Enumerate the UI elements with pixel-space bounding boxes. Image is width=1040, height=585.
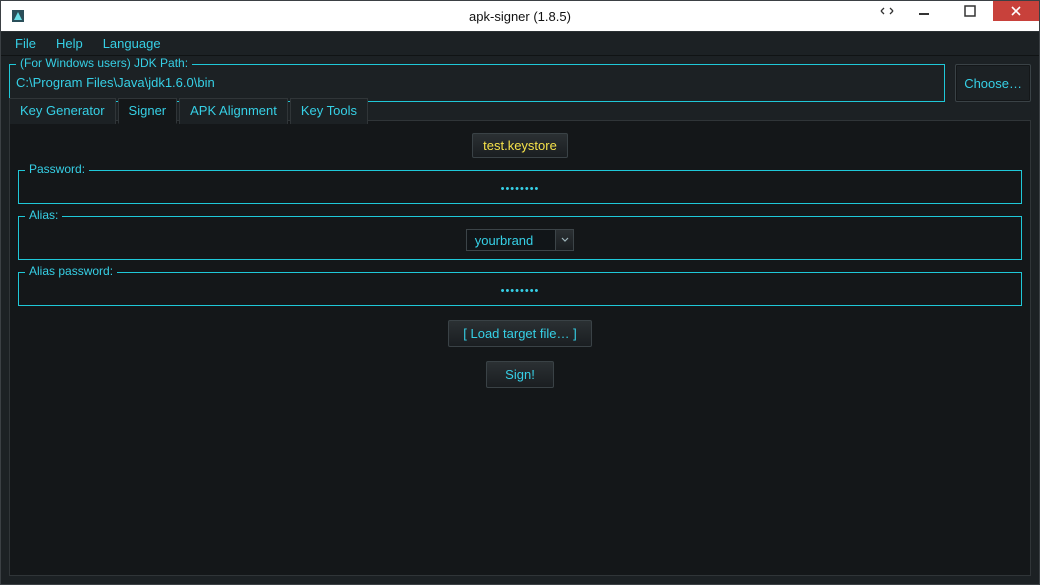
- app-icon: [7, 5, 29, 27]
- tab-key-generator[interactable]: Key Generator: [9, 98, 116, 124]
- app-window: apk-signer (1.8.5) File Help Language: [0, 0, 1040, 585]
- menu-language[interactable]: Language: [93, 33, 171, 54]
- signer-panel: test.keystore Password: •••••••• Alias: …: [10, 121, 1030, 575]
- chevron-down-icon: [555, 230, 573, 250]
- tab-strip: Key Generator Signer APK Alignment Key T…: [9, 97, 370, 123]
- titlebar[interactable]: apk-signer (1.8.5): [1, 1, 1039, 31]
- window-controls: [873, 1, 1039, 31]
- tab-key-tools[interactable]: Key Tools: [290, 98, 368, 124]
- alias-password-field[interactable]: ••••••••: [501, 285, 540, 297]
- alias-value: yourbrand: [467, 233, 556, 248]
- choose-jdk-button[interactable]: Choose…: [955, 64, 1031, 102]
- load-target-button[interactable]: [ Load target file… ]: [448, 320, 591, 347]
- jdk-path-value[interactable]: C:\Program Files\Java\jdk1.6.0\bin: [16, 75, 938, 90]
- alias-select[interactable]: yourbrand: [466, 229, 575, 251]
- password-field[interactable]: ••••••••: [501, 183, 540, 195]
- sign-button[interactable]: Sign!: [486, 361, 554, 388]
- alias-password-legend: Alias password:: [25, 264, 117, 278]
- content-area: (For Windows users) JDK Path: C:\Program…: [1, 56, 1039, 584]
- alias-legend: Alias:: [25, 208, 62, 222]
- app-body: File Help Language (For Windows users) J…: [1, 31, 1039, 584]
- menu-help[interactable]: Help: [46, 33, 93, 54]
- password-legend: Password:: [25, 162, 89, 176]
- jdk-path-legend: (For Windows users) JDK Path:: [16, 56, 192, 70]
- tabs-container: Key Generator Signer APK Alignment Key T…: [9, 120, 1031, 576]
- keystore-file-button[interactable]: test.keystore: [472, 133, 568, 158]
- maximize-button[interactable]: [947, 1, 993, 21]
- overflow-icon[interactable]: [873, 1, 901, 21]
- password-group: Password: ••••••••: [18, 170, 1022, 204]
- tab-signer[interactable]: Signer: [118, 98, 178, 124]
- menu-file[interactable]: File: [5, 33, 46, 54]
- menu-bar: File Help Language: [1, 32, 1039, 56]
- tab-apk-alignment[interactable]: APK Alignment: [179, 98, 288, 124]
- alias-password-group: Alias password: ••••••••: [18, 272, 1022, 306]
- minimize-button[interactable]: [901, 1, 947, 21]
- alias-group: Alias: yourbrand: [18, 216, 1022, 260]
- close-button[interactable]: [993, 1, 1039, 21]
